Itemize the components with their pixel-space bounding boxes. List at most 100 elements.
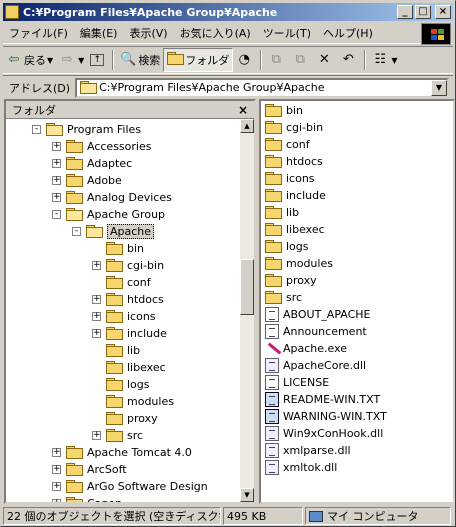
file-item[interactable]: bin: [265, 102, 303, 119]
chevron-down-icon[interactable]: ▼: [391, 56, 397, 65]
file-item[interactable]: ABOUT_APACHE: [265, 306, 371, 323]
file-item[interactable]: cgi-bin: [265, 119, 323, 136]
folders-button[interactable]: フォルダ: [163, 48, 234, 72]
file-item[interactable]: modules: [265, 255, 333, 272]
up-folder-button[interactable]: ↑: [87, 48, 109, 72]
vertical-scrollbar[interactable]: ▲ ▼: [240, 119, 254, 502]
tree-item[interactable]: Accessories: [66, 138, 151, 155]
menu-file[interactable]: ファイル(F): [3, 25, 74, 41]
history-button[interactable]: ◔: [233, 48, 257, 72]
tree-item[interactable]: logs: [106, 376, 150, 393]
file-item[interactable]: Win9xConHook.dll: [265, 425, 383, 442]
file-item[interactable]: icons: [265, 170, 315, 187]
file-item[interactable]: xmltok.dll: [265, 459, 337, 476]
expand-icon[interactable]: +: [92, 431, 101, 440]
expand-icon[interactable]: +: [52, 159, 61, 168]
scroll-up-button[interactable]: ▲: [240, 119, 254, 133]
menu-tools[interactable]: ツール(T): [257, 25, 317, 41]
expand-icon[interactable]: +: [52, 482, 61, 491]
collapse-icon[interactable]: -: [72, 227, 81, 236]
file-item[interactable]: ApacheCore.dll: [265, 357, 366, 374]
expand-icon[interactable]: +: [92, 312, 101, 321]
tree-item[interactable]: bin: [106, 240, 144, 257]
file-item[interactable]: lib: [265, 204, 299, 221]
title-bar[interactable]: C:¥Program Files¥Apache Group¥Apache _ □…: [3, 3, 453, 21]
file-item[interactable]: htdocs: [265, 153, 323, 170]
file-item[interactable]: Announcement: [265, 323, 367, 340]
tree-item[interactable]: Apache Group: [66, 206, 165, 223]
tree-item[interactable]: Adaptec: [66, 155, 132, 172]
expand-icon[interactable]: +: [52, 448, 61, 457]
tree-item[interactable]: cgi-bin: [106, 257, 164, 274]
tree-item[interactable]: src: [106, 427, 143, 444]
tree-item[interactable]: htdocs: [106, 291, 164, 308]
minimize-button[interactable]: _: [397, 5, 413, 19]
expand-icon[interactable]: +: [52, 499, 61, 502]
tree-item[interactable]: Canon: [66, 495, 122, 502]
back-button[interactable]: ⇦ 戻る ▼: [3, 48, 56, 72]
address-value[interactable]: C:¥Program Files¥Apache Group¥Apache: [99, 81, 431, 94]
copy-to-button[interactable]: ⧉: [289, 48, 313, 72]
tree-item[interactable]: ArcSoft: [66, 461, 127, 478]
copy-to-icon: ⧉: [295, 52, 305, 67]
menu-edit[interactable]: 編集(E): [74, 25, 124, 41]
tree-item[interactable]: modules: [106, 393, 174, 410]
tree-item[interactable]: Analog Devices: [66, 189, 172, 206]
file-item[interactable]: conf: [265, 136, 310, 153]
delete-button[interactable]: ✕: [313, 48, 337, 72]
file-item[interactable]: logs: [265, 238, 309, 255]
tree-item[interactable]: include: [106, 325, 167, 342]
address-input[interactable]: C:¥Program Files¥Apache Group¥Apache ▼: [75, 77, 449, 98]
menu-help[interactable]: ヘルプ(H): [317, 25, 379, 41]
back-arrow-icon: ⇦: [8, 52, 20, 67]
document-icon: [265, 375, 279, 390]
file-item[interactable]: include: [265, 187, 326, 204]
scroll-thumb[interactable]: [240, 259, 254, 315]
tree-item[interactable]: Adobe: [66, 172, 122, 189]
chevron-down-icon[interactable]: ▼: [47, 56, 53, 65]
folder-pane: フォルダ × - Program Files + Accessories + Adapte…: [4, 99, 256, 504]
file-item[interactable]: xmlparse.dll: [265, 442, 351, 459]
tree-item[interactable]: libexec: [106, 359, 166, 376]
menu-view[interactable]: 表示(V): [123, 25, 173, 41]
folder-pane-close-button[interactable]: ×: [238, 103, 248, 117]
tree-item[interactable]: conf: [106, 274, 151, 291]
tree-item[interactable]: proxy: [106, 410, 158, 427]
tree-item[interactable]: ArGo Software Design: [66, 478, 208, 495]
expand-icon[interactable]: +: [52, 465, 61, 474]
folder-icon: [106, 361, 123, 374]
tree-item[interactable]: Apache: [86, 223, 155, 240]
forward-button[interactable]: ⇨ ▼: [56, 48, 87, 72]
expand-icon[interactable]: +: [92, 261, 101, 270]
expand-icon[interactable]: +: [92, 295, 101, 304]
expand-icon[interactable]: +: [52, 176, 61, 185]
menu-favorites[interactable]: お気に入り(A): [174, 25, 257, 41]
collapse-icon[interactable]: -: [52, 210, 61, 219]
tree-item[interactable]: Program Files: [46, 121, 141, 138]
expand-icon[interactable]: +: [52, 193, 61, 202]
file-item[interactable]: Apache.exe: [265, 340, 347, 357]
expand-icon[interactable]: +: [52, 142, 61, 151]
expand-icon[interactable]: +: [92, 329, 101, 338]
move-to-button[interactable]: ⧉: [265, 48, 289, 72]
tree-item[interactable]: Apache Tomcat 4.0: [66, 444, 192, 461]
tree-item[interactable]: lib: [106, 342, 140, 359]
file-list[interactable]: bin cgi-bin conf htdocs icons include lib libex…: [259, 99, 455, 504]
chevron-down-icon[interactable]: ▼: [78, 56, 84, 65]
file-item[interactable]: README-WIN.TXT: [265, 391, 380, 408]
file-item[interactable]: src: [265, 289, 302, 306]
views-button[interactable]: ☷ ▼: [369, 48, 400, 72]
close-button[interactable]: ×: [435, 5, 451, 19]
search-button[interactable]: 🔍 検索: [117, 48, 163, 72]
file-item[interactable]: LICENSE: [265, 374, 329, 391]
file-item[interactable]: WARNING-WIN.TXT: [265, 408, 387, 425]
file-item[interactable]: libexec: [265, 221, 325, 238]
folder-tree[interactable]: - Program Files + Accessories + Adaptec + Adobe…: [6, 119, 240, 502]
file-item[interactable]: proxy: [265, 272, 317, 289]
tree-item[interactable]: icons: [106, 308, 156, 325]
collapse-icon[interactable]: -: [32, 125, 41, 134]
undo-button[interactable]: ↶: [337, 48, 361, 72]
maximize-button[interactable]: □: [415, 5, 431, 19]
scroll-down-button[interactable]: ▼: [240, 488, 254, 502]
address-dropdown-button[interactable]: ▼: [431, 79, 447, 96]
